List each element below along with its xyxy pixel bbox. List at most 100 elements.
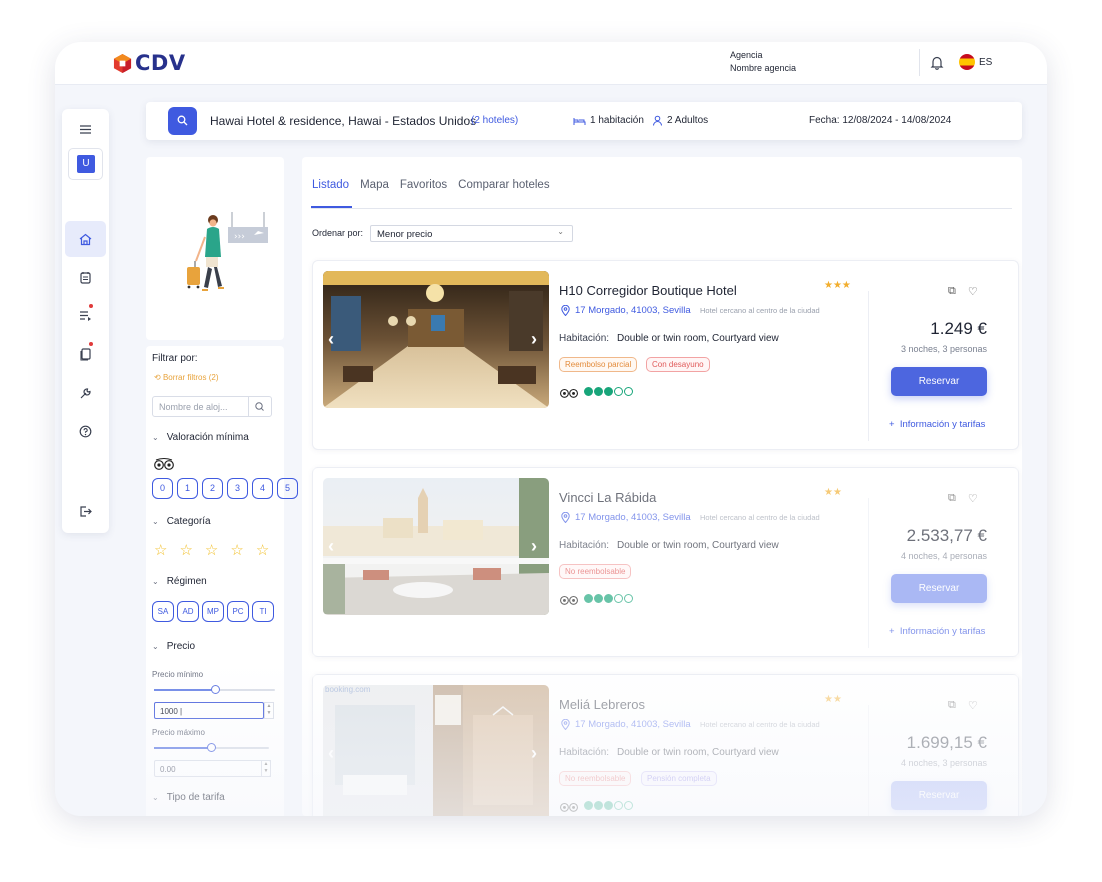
reservar-button[interactable]: Reservar <box>891 574 987 603</box>
chevron-right-icon[interactable]: › <box>531 329 537 350</box>
search-button[interactable] <box>168 107 197 135</box>
help-icon[interactable] <box>77 423 94 440</box>
section-category[interactable]: ⌄ Categoría <box>152 516 211 527</box>
filters-title: Filtrar por: <box>152 353 198 364</box>
rating-option-2[interactable]: 2 <box>202 478 223 499</box>
hotel-price: 1.699,15 € <box>906 733 987 752</box>
rating-option-5[interactable]: 5 <box>277 478 298 499</box>
star-1-icon[interactable]: ☆ <box>154 541 167 559</box>
price-min-input[interactable]: 1000 | ▲ ▼ <box>154 702 274 719</box>
tab-listado[interactable]: Listado <box>312 179 349 191</box>
star-4-icon[interactable]: ☆ <box>230 541 243 559</box>
bell-icon[interactable] <box>930 55 944 70</box>
price-min-slider[interactable] <box>154 685 275 694</box>
dates-text: Fecha: 12/08/2024 - 14/08/2024 <box>809 115 952 126</box>
regime-option-pc[interactable]: PC <box>227 601 249 622</box>
logout-icon[interactable] <box>77 503 94 520</box>
hotel-address-text: 17 Morgado, 41003, Sevilla <box>575 719 691 730</box>
star-2-icon[interactable]: ☆ <box>179 541 192 559</box>
language-selector[interactable]: ES <box>979 57 992 68</box>
heart-icon[interactable]: ♡ <box>968 285 978 298</box>
reservar-button[interactable]: Reservar <box>891 367 987 396</box>
price-max-slider[interactable] <box>154 743 269 752</box>
price-title: Precio <box>166 641 196 652</box>
slider-handle[interactable] <box>207 743 216 752</box>
stepper-icon[interactable]: ▲ ▼ <box>264 702 274 719</box>
info-tarifas-link[interactable]: + Información y tarifas <box>889 419 985 430</box>
brand-logo[interactable]: CDV <box>113 51 186 75</box>
hotel-price: 1.249 € <box>930 319 987 338</box>
hotel-name[interactable]: H10 Corregidor Boutique Hotel <box>559 283 737 298</box>
plus-icon: + <box>889 626 900 637</box>
chevron-right-icon[interactable]: › <box>531 743 537 764</box>
hotel-stars: ★★ <box>824 487 842 498</box>
chevron-left-icon[interactable]: ‹ <box>328 329 334 350</box>
hotel-name[interactable]: Meliá Lebreros <box>559 697 645 712</box>
calendar-icon[interactable] <box>77 269 94 286</box>
section-rate-type[interactable]: ⌄ Tipo de tarifa <box>152 792 225 803</box>
documents-icon[interactable] <box>77 345 94 362</box>
menu-icon[interactable] <box>77 121 94 138</box>
top-bar: CDV Agencia Nombre agencia ES <box>55 42 1047 85</box>
heart-icon[interactable]: ♡ <box>968 492 978 505</box>
room-type: Double or twin room, Courtyard view <box>617 540 779 551</box>
hotel-address[interactable]: 17 Morgado, 41003, Sevilla <box>561 305 691 316</box>
rating-option-4[interactable]: 4 <box>252 478 273 499</box>
chevron-left-icon[interactable]: ‹ <box>328 536 334 557</box>
sort-select[interactable]: Menor precio ⌄ <box>370 225 573 242</box>
slider-handle[interactable] <box>211 685 220 694</box>
price-max-input[interactable]: 0.00 ▲ ▼ <box>154 760 271 777</box>
regime-option-sa[interactable]: SA <box>152 601 174 622</box>
reservar-button[interactable]: Reservar <box>891 781 987 810</box>
chevron-right-icon[interactable]: › <box>531 536 537 557</box>
regime-option-ad[interactable]: AD <box>177 601 199 622</box>
tripadvisor-rating <box>559 797 634 815</box>
heart-icon[interactable]: ♡ <box>968 699 978 712</box>
search-icon[interactable] <box>248 397 271 416</box>
card-actions: ⧉ ♡ <box>948 699 978 712</box>
info-tarifas-label: Información y tarifas <box>899 626 986 637</box>
tab-favoritos[interactable]: Favoritos <box>400 179 447 191</box>
hotel-address[interactable]: 17 Morgado, 41003, Sevilla <box>561 719 691 730</box>
hotel-name[interactable]: Vincci La Rábida <box>559 490 656 505</box>
section-regime[interactable]: ⌄ Régimen <box>152 576 207 587</box>
star-3-icon[interactable]: ☆ <box>205 541 218 559</box>
compare-icon[interactable]: ⧉ <box>948 492 956 505</box>
wrench-icon[interactable] <box>77 385 94 402</box>
status-badge: Con desayuno <box>646 357 710 372</box>
rating-option-3[interactable]: 3 <box>227 478 248 499</box>
hotel-address[interactable]: 17 Morgado, 41003, Sevilla <box>561 512 691 523</box>
info-tarifas-link[interactable]: + Información y tarifas <box>889 626 985 637</box>
regime-option-ti[interactable]: TI <box>252 601 274 622</box>
rating-option-0[interactable]: 0 <box>152 478 173 499</box>
hotel-photo[interactable]: ‹ › <box>323 478 549 615</box>
star-5-icon[interactable]: ☆ <box>256 541 269 559</box>
tab-comparar[interactable]: Comparar hoteles <box>458 179 549 191</box>
hotel-photo[interactable]: booking.com ‹ › <box>323 685 549 816</box>
divider <box>868 705 869 816</box>
compare-icon[interactable]: ⧉ <box>948 285 956 298</box>
plus-icon: + <box>889 419 900 430</box>
hotel-name-search-input[interactable]: Nombre de aloj... <box>152 396 272 417</box>
compare-icon[interactable]: ⧉ <box>948 699 956 712</box>
hotel-photo[interactable]: ‹ › <box>323 271 549 408</box>
stepper-icon[interactable]: ▲ ▼ <box>261 760 271 777</box>
chevron-left-icon[interactable]: ‹ <box>328 743 334 764</box>
rating-bubbles <box>584 590 634 608</box>
list-play-icon[interactable] <box>77 307 94 324</box>
tab-mapa[interactable]: Mapa <box>360 179 389 191</box>
regime-option-mp[interactable]: MP <box>202 601 224 622</box>
section-rating[interactable]: ⌄ Valoración mínima <box>152 432 249 443</box>
hotel-count[interactable]: (2 hoteles) <box>471 115 518 126</box>
category-stars: ☆ ☆ ☆ ☆ ☆ <box>154 541 269 559</box>
rooms-text: 1 habitación <box>590 115 644 126</box>
avatar: U <box>77 155 95 173</box>
room-label: Habitación: <box>559 333 610 344</box>
user-switcher[interactable]: U <box>68 148 103 180</box>
spain-flag-icon[interactable] <box>959 54 975 70</box>
rating-option-1[interactable]: 1 <box>177 478 198 499</box>
price-max-label: Precio máximo <box>152 728 205 737</box>
section-price[interactable]: ⌄ Precio <box>152 641 195 652</box>
status-badge: Pensión completa <box>641 771 717 786</box>
clear-filters-link[interactable]: ⟲ Borrar filtros (2) <box>154 373 219 382</box>
